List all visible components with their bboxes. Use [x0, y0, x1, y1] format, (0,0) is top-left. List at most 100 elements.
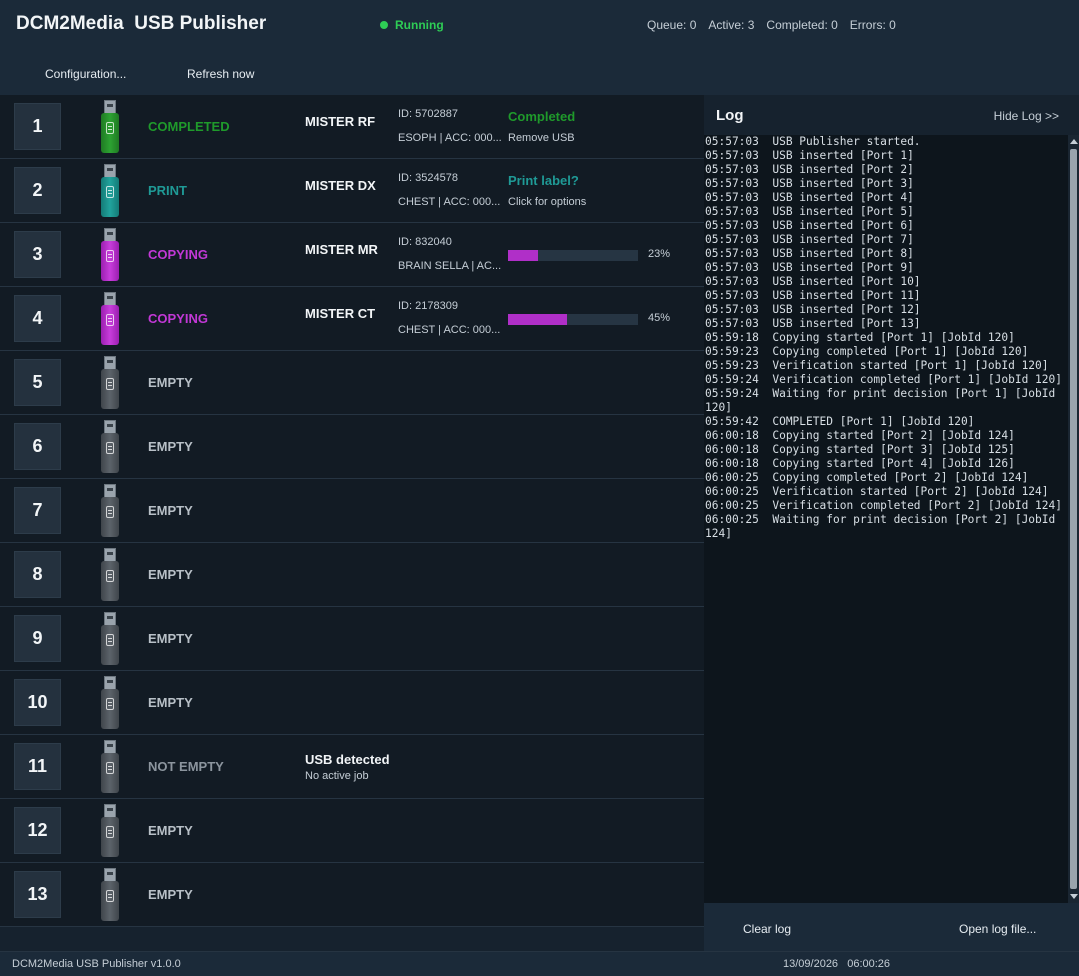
log-line: 06:00:18 Copying started [Port 4] [JobId…	[705, 457, 1015, 470]
configuration-button[interactable]: Configuration...	[45, 67, 126, 81]
usb-mark	[106, 378, 114, 390]
patient-id: ID: 2178309	[398, 300, 458, 312]
port-row[interactable]: 2 PRINT MISTER DX ID: 3524578 CHEST | ACC: 0…	[0, 159, 704, 223]
port-row[interactable]: 8 EMPTY	[0, 543, 704, 607]
usb-plug	[104, 228, 116, 242]
log-text-area[interactable]: 05:57:03 USB Publisher started. 05:57:03 …	[704, 135, 1068, 903]
usb-plug	[104, 868, 116, 882]
port-row[interactable]: 6 EMPTY	[0, 415, 704, 479]
usb-body	[101, 433, 119, 473]
log-line: 05:59:23 Verification started [Port 1] […	[705, 359, 1049, 372]
port-row[interactable]: 13 EMPTY	[0, 863, 704, 927]
port-state: EMPTY	[148, 375, 193, 390]
action-hint: Remove USB	[508, 132, 575, 144]
port-number: 11	[14, 743, 61, 790]
port-row[interactable]: 1 COMPLETED MISTER RF ID: 5702887 ESOPH | AC…	[0, 95, 704, 159]
usb-drive-icon	[100, 356, 120, 412]
port-row[interactable]: 7 EMPTY	[0, 479, 704, 543]
patient-name: MISTER CT	[305, 306, 376, 321]
usb-drive-icon	[100, 292, 120, 348]
scroll-down-arrow-icon[interactable]	[1070, 894, 1078, 899]
port-number: 1	[14, 103, 61, 150]
usb-body	[101, 689, 119, 729]
usb-drive-icon	[100, 484, 120, 540]
usb-plug	[104, 612, 116, 626]
port-state: EMPTY	[148, 503, 193, 518]
usb-body	[101, 753, 119, 793]
log-line: 05:59:42 COMPLETED [Port 1] [JobId 120]	[705, 415, 975, 428]
usb-plug	[104, 676, 116, 690]
usb-mark	[106, 890, 114, 902]
log-line: 05:57:03 USB inserted [Port 11]	[705, 289, 921, 302]
usb-mark	[106, 506, 114, 518]
usb-drive-icon	[100, 804, 120, 860]
completed-label: Completed	[508, 109, 576, 124]
usb-body	[101, 177, 119, 217]
header: DCM2Media USB Publisher Running Queue: 0…	[0, 0, 1079, 95]
print-label-prompt[interactable]: Print label?	[508, 173, 579, 188]
stats-bar: Queue: 0 Active: 3 Completed: 0 Errors: …	[647, 18, 896, 32]
patient-name: MISTER RF	[305, 114, 376, 129]
scroll-up-arrow-icon[interactable]	[1070, 139, 1078, 144]
refresh-now-button[interactable]: Refresh now	[187, 67, 254, 81]
log-header: Log Hide Log >>	[704, 95, 1079, 135]
port-state: EMPTY	[148, 823, 193, 838]
usb-drive-icon	[100, 868, 120, 924]
usb-mark	[106, 826, 114, 838]
usb-detected-label: USB detected	[305, 752, 390, 767]
scroll-thumb[interactable]	[1070, 149, 1077, 889]
action-hint: Click for options	[508, 196, 587, 208]
log-line: 05:59:18 Copying started [Port 1] [JobId…	[705, 331, 1015, 344]
port-number: 13	[14, 871, 61, 918]
port-row[interactable]: 5 EMPTY	[0, 351, 704, 415]
patient-id: ID: 5702887	[398, 108, 458, 120]
copy-progress-bar	[508, 250, 638, 261]
status-bar: DCM2Media USB Publisher v1.0.0 13/09/202…	[0, 951, 1079, 976]
hide-log-button[interactable]: Hide Log >>	[994, 109, 1059, 123]
port-row[interactable]: 11 NOT EMPTY USB detected No active job	[0, 735, 704, 799]
copy-progress-bar	[508, 314, 638, 325]
port-state: EMPTY	[148, 695, 193, 710]
patient-id: ID: 3524578	[398, 172, 458, 184]
log-line: 05:59:23 Copying completed [Port 1] [Job…	[705, 345, 1029, 358]
log-footer: Clear log Open log file...	[704, 903, 1079, 951]
port-state: EMPTY	[148, 439, 193, 454]
log-line: 05:57:03 USB inserted [Port 3]	[705, 177, 914, 190]
usb-drive-icon	[100, 100, 120, 156]
log-line: 05:57:03 USB inserted [Port 5]	[705, 205, 914, 218]
log-scrollbar[interactable]	[1068, 135, 1079, 903]
port-row[interactable]: 12 EMPTY	[0, 799, 704, 863]
log-line: 05:57:03 USB inserted [Port 10]	[705, 275, 921, 288]
usb-drive-icon	[100, 740, 120, 796]
log-line: 05:57:03 USB inserted [Port 1]	[705, 149, 914, 162]
open-log-file-button[interactable]: Open log file...	[959, 922, 1036, 936]
usb-body	[101, 497, 119, 537]
no-active-job-label: No active job	[305, 770, 369, 782]
usb-body	[101, 113, 119, 153]
usb-body	[101, 369, 119, 409]
port-list: 1 COMPLETED MISTER RF ID: 5702887 ESOPH | AC…	[0, 95, 704, 927]
port-state: COPYING	[148, 311, 208, 326]
usb-drive-icon	[100, 676, 120, 732]
port-row[interactable]: 9 EMPTY	[0, 607, 704, 671]
usb-plug	[104, 804, 116, 818]
port-row[interactable]: 10 EMPTY	[0, 671, 704, 735]
log-line: 05:57:03 USB inserted [Port 7]	[705, 233, 914, 246]
usb-mark	[106, 122, 114, 134]
port-row[interactable]: 4 COPYING MISTER CT ID: 2178309 CHEST | ACC:…	[0, 287, 704, 351]
port-number: 6	[14, 423, 61, 470]
usb-mark	[106, 442, 114, 454]
usb-body	[101, 241, 119, 281]
log-line: 05:57:03 USB inserted [Port 6]	[705, 219, 914, 232]
port-row[interactable]: 3 COPYING MISTER MR ID: 832040 BRAIN SELLA |…	[0, 223, 704, 287]
usb-body	[101, 817, 119, 857]
port-state: EMPTY	[148, 567, 193, 582]
patient-id: ID: 832040	[398, 236, 452, 248]
log-line: 05:57:03 USB inserted [Port 4]	[705, 191, 914, 204]
usb-drive-icon	[100, 164, 120, 220]
log-line: 05:57:03 USB inserted [Port 9]	[705, 261, 914, 274]
status-dot-icon	[380, 21, 388, 29]
clear-log-button[interactable]: Clear log	[743, 922, 791, 936]
usb-plug	[104, 484, 116, 498]
usb-body	[101, 305, 119, 345]
